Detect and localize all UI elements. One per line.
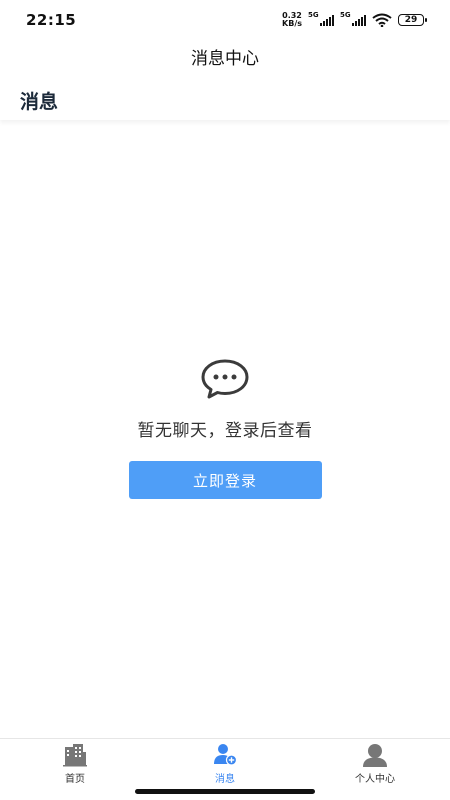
- sim1-label: 5G: [308, 11, 319, 19]
- battery-level: 29: [404, 15, 418, 25]
- building-icon: [63, 744, 87, 767]
- tab-bar: 首页 消息 个人中心: [0, 738, 450, 788]
- page-title: 消息中心: [191, 49, 259, 69]
- tab-profile-label: 个人中心: [355, 774, 395, 785]
- tab-home[interactable]: 首页: [0, 739, 150, 788]
- user-add-icon: [214, 744, 238, 766]
- empty-message: 暂无聊天，登录后查看: [137, 421, 313, 441]
- chat-bubble-icon: [201, 359, 249, 399]
- network-speed: 0.32 KB/s: [282, 12, 302, 28]
- person-icon: [363, 744, 387, 767]
- login-button[interactable]: 立即登录: [128, 461, 322, 499]
- section-title-text: 消息: [20, 90, 59, 113]
- tab-messages-label: 消息: [215, 774, 235, 785]
- tab-messages[interactable]: 消息: [150, 739, 300, 788]
- wifi-icon: [372, 13, 392, 27]
- status-time: 22:15: [26, 11, 77, 29]
- sim2-label: 5G: [340, 11, 351, 19]
- network-speed-unit: KB/s: [282, 19, 302, 28]
- home-indicator[interactable]: [135, 789, 315, 794]
- battery-icon: 29: [398, 14, 427, 26]
- signal-icon-2: 5G: [340, 11, 366, 26]
- status-bar: 22:15 0.32 KB/s 5G 5G 29: [0, 0, 450, 40]
- empty-state: 暂无聊天，登录后查看 立即登录: [0, 358, 450, 499]
- tab-profile[interactable]: 个人中心: [300, 739, 450, 788]
- signal-icon: 5G: [308, 11, 334, 26]
- tab-home-label: 首页: [65, 774, 85, 785]
- status-icons: 0.32 KB/s 5G 5G 29: [282, 11, 427, 28]
- section-title: 消息: [0, 80, 450, 120]
